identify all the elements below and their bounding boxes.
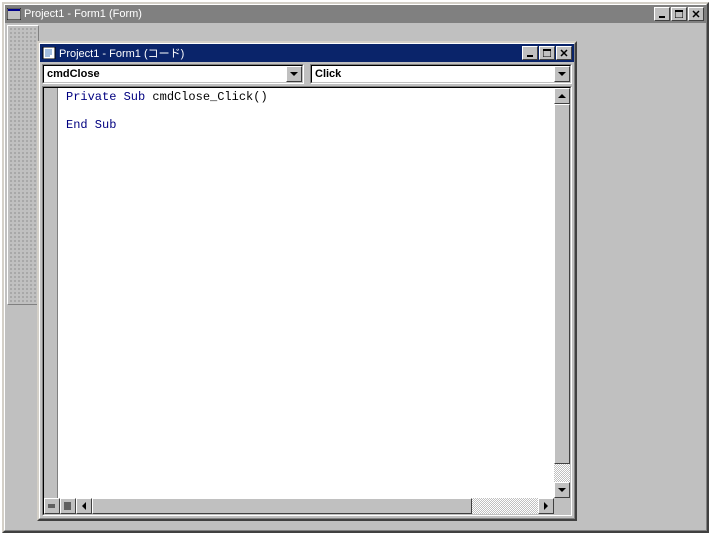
vertical-scroll-track[interactable] (554, 464, 570, 482)
code-minimize-button[interactable] (522, 46, 538, 60)
minimize-button[interactable] (654, 7, 670, 21)
chevron-down-icon (286, 66, 302, 82)
form-icon (7, 7, 21, 21)
horizontal-scrollbar[interactable] (44, 498, 570, 514)
kw-end-sub: End Sub (66, 118, 116, 132)
scroll-left-button[interactable] (76, 498, 92, 514)
code-editor-window: Project1 - Form1 (コード) cmdClose (37, 41, 577, 521)
editor-frame: Private Sub cmdClose_Click() End Sub (42, 86, 572, 516)
object-dropdown-value: cmdClose (47, 68, 100, 80)
form-designer-window: Project1 - Form1 (Form) Project1 - Form1… (2, 2, 709, 533)
code-titlebar[interactable]: Project1 - Form1 (コード) (40, 44, 574, 62)
object-dropdown[interactable]: cmdClose (42, 64, 304, 84)
procedure-dropdown[interactable]: Click (310, 64, 572, 84)
vertical-scrollbar[interactable] (554, 88, 570, 498)
maximize-button[interactable] (671, 7, 687, 21)
scroll-corner (554, 498, 570, 514)
scroll-down-button[interactable] (554, 482, 570, 498)
procedure-view-button[interactable] (44, 498, 60, 514)
code-proc-name: cmdClose_Click() (145, 90, 267, 104)
code-module-icon (42, 46, 56, 60)
procedure-dropdown-value: Click (315, 68, 341, 80)
code-text-area[interactable]: Private Sub cmdClose_Click() End Sub (58, 88, 554, 498)
scroll-right-button[interactable] (538, 498, 554, 514)
code-close-button[interactable] (556, 46, 572, 60)
code-title: Project1 - Form1 (コード) (59, 45, 521, 61)
close-button[interactable] (688, 7, 704, 21)
chevron-down-icon (554, 66, 570, 82)
scroll-up-button[interactable] (554, 88, 570, 104)
full-module-view-button[interactable] (60, 498, 76, 514)
kw-private-sub: Private Sub (66, 90, 145, 104)
horizontal-scroll-track[interactable] (472, 498, 538, 514)
code-maximize-button[interactable] (539, 46, 555, 60)
outer-title: Project1 - Form1 (Form) (24, 8, 653, 20)
outer-titlebar[interactable]: Project1 - Form1 (Form) (5, 5, 706, 23)
indicator-margin[interactable] (44, 88, 58, 498)
form-design-grid[interactable] (7, 25, 39, 305)
vertical-scroll-thumb[interactable] (554, 104, 570, 464)
horizontal-scroll-thumb[interactable] (92, 498, 472, 514)
